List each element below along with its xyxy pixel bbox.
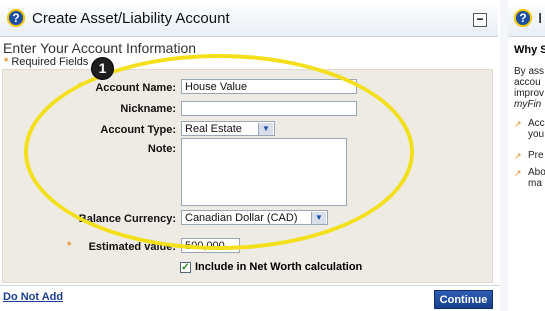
side-panel-header: ? I xyxy=(508,0,545,37)
side-panel-body-line: improv xyxy=(514,88,545,99)
continue-button[interactable]: Continue xyxy=(434,290,493,309)
panel-header: ? Create Asset/Liability Account − xyxy=(0,0,498,37)
panel-gutter xyxy=(500,0,508,311)
required-star: * xyxy=(4,56,9,68)
panel-title: Create Asset/Liability Account xyxy=(32,10,230,27)
required-fields-label: Required Fields xyxy=(11,56,89,68)
required-fields-note: * Required Fields xyxy=(4,56,88,68)
checkmark-icon: ✓ xyxy=(181,262,190,273)
side-panel-body-line: By ass xyxy=(514,66,545,77)
side-panel-subtitle: Why S xyxy=(514,44,545,56)
section-title: Enter Your Account Information xyxy=(3,40,197,56)
help-icon[interactable]: ? xyxy=(7,9,25,27)
collapse-icon[interactable]: − xyxy=(473,13,487,27)
side-panel-title: I xyxy=(538,10,543,27)
side-panel: ? I Why S By ass accou improv myFin ↗ Ac… xyxy=(508,0,545,311)
arrow-bullet-icon: ↗ xyxy=(514,168,522,178)
side-panel-item[interactable]: Abo ma xyxy=(528,167,545,189)
callout-badge: 1 xyxy=(91,57,114,80)
include-networth-label: Include in Net Worth calculation xyxy=(195,261,363,273)
side-panel-body-line: myFin xyxy=(514,99,542,110)
highlight-ellipse xyxy=(24,54,414,250)
side-panel-body: By ass accou improv myFin xyxy=(514,66,544,110)
create-account-panel: ? Create Asset/Liability Account − Enter… xyxy=(0,0,500,311)
side-panel-body-line: accou xyxy=(514,77,541,88)
do-not-add-link[interactable]: Do Not Add xyxy=(3,291,63,303)
include-networth-checkbox[interactable]: ✓ xyxy=(180,262,191,273)
arrow-bullet-icon: ↗ xyxy=(514,119,522,129)
side-panel-item[interactable]: Pre xyxy=(528,150,544,161)
help-icon[interactable]: ? xyxy=(514,9,532,27)
arrow-bullet-icon: ↗ xyxy=(514,151,522,161)
side-panel-item[interactable]: Acc you xyxy=(528,118,545,140)
footer-divider xyxy=(0,285,500,286)
